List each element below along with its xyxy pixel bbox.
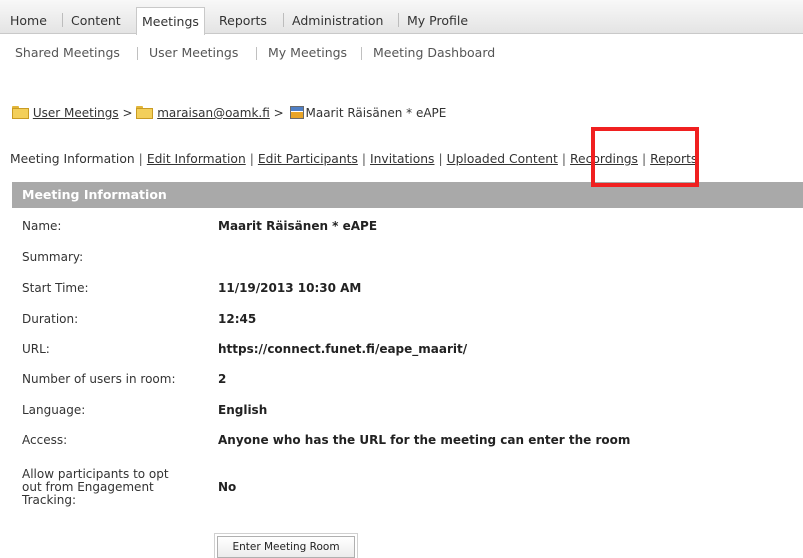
subnav-divider	[137, 47, 138, 60]
duration-label: Duration:	[22, 312, 79, 326]
name-value: Maarit Räisänen * eAPE	[218, 219, 378, 233]
folder-icon	[136, 106, 154, 119]
nav-home[interactable]: Home	[5, 7, 52, 34]
breadcrumb-user-folder[interactable]: maraisan@oamk.fi	[157, 106, 270, 120]
tab-separator: |	[561, 152, 567, 166]
language-value: English	[218, 403, 268, 417]
start-time-value: 11/19/2013 10:30 AM	[218, 281, 362, 295]
url-label: URL:	[22, 342, 50, 356]
nav-administration[interactable]: Administration	[287, 7, 388, 34]
tab-separator: |	[438, 152, 443, 166]
highlight-annotation	[591, 127, 699, 187]
nav-my-profile[interactable]: My Profile	[402, 7, 473, 34]
name-label: Name:	[22, 219, 62, 233]
access-label: Access:	[22, 433, 68, 447]
top-navigation: Home Content Meetings Reports Administra…	[0, 0, 803, 35]
summary-label: Summary:	[22, 250, 84, 264]
tab-separator: |	[249, 152, 254, 166]
start-time-label: Start Time:	[22, 281, 89, 295]
language-label: Language:	[22, 403, 86, 417]
breadcrumb-user-meetings[interactable]: User Meetings	[33, 106, 119, 120]
engagement-optout-value: No	[218, 480, 237, 494]
nav-meetings[interactable]: Meetings	[136, 7, 205, 35]
tab-separator: |	[361, 152, 367, 166]
subnav-shared-meetings[interactable]: Shared Meetings	[15, 45, 120, 60]
duration-value: 12:45	[218, 312, 257, 326]
access-value: Anyone who has the URL for the meeting c…	[218, 433, 631, 447]
engagement-optout-label-line: Tracking:	[22, 493, 76, 507]
tab-edit-participants[interactable]: Edit Participants	[258, 152, 358, 166]
users-label: Number of users in room:	[22, 372, 176, 386]
nav-reports[interactable]: Reports	[214, 7, 272, 34]
meeting-icon	[289, 106, 304, 119]
nav-divider	[283, 13, 284, 27]
engagement-optout-label: Allow participants to opt out from Engag…	[22, 468, 202, 507]
nav-divider	[398, 13, 399, 27]
folder-icon	[12, 106, 29, 119]
tab-edit-information[interactable]: Edit Information	[147, 152, 246, 166]
subnav-user-meetings[interactable]: User Meetings	[149, 45, 238, 60]
breadcrumb-separator: >	[273, 106, 284, 120]
subnav-divider	[361, 47, 362, 60]
tab-invitations[interactable]: Invitations	[370, 152, 434, 166]
users-value: 2	[218, 372, 227, 386]
engagement-optout-label-line: Allow participants to opt	[22, 467, 169, 481]
url-value: https://connect.funet.fi/eape_maarit/	[218, 343, 467, 356]
sub-navigation: Shared Meetings User Meetings My Meeting…	[0, 35, 803, 73]
subnav-meeting-dashboard[interactable]: Meeting Dashboard	[373, 45, 495, 60]
engagement-optout-label-line: out from Engagement	[22, 480, 154, 494]
tab-uploaded-content[interactable]: Uploaded Content	[447, 152, 558, 166]
breadcrumb-meeting: Maarit Räisänen * eAPE	[305, 106, 447, 120]
breadcrumb: User Meetings > maraisan@oamk.fi > Maari…	[12, 106, 446, 126]
tab-separator: |	[138, 152, 143, 166]
nav-content[interactable]: Content	[66, 7, 126, 34]
subnav-divider	[256, 47, 257, 60]
nav-divider	[62, 13, 63, 27]
breadcrumb-separator: >	[122, 106, 133, 120]
tab-meeting-information[interactable]: Meeting Information	[10, 152, 135, 166]
subnav-my-meetings[interactable]: My Meetings	[268, 45, 347, 60]
meeting-url-link[interactable]: https://connect.funet.fi/eape_maarit/	[218, 342, 467, 356]
